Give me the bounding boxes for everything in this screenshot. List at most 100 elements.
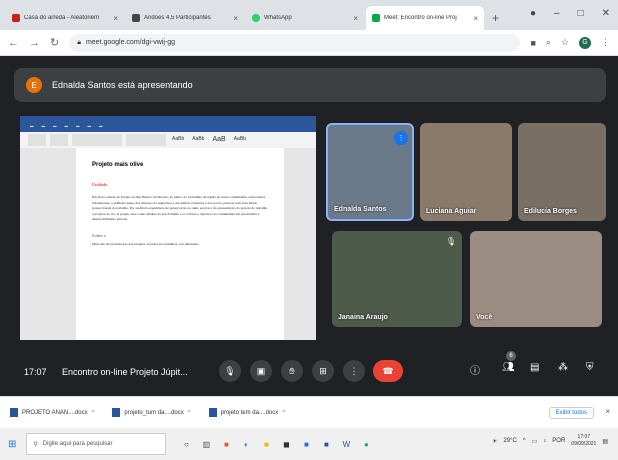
participant-tile[interactable]: ⋮ Ednalda Santos (326, 123, 414, 221)
address-bar-row: ← → ↻ 🔒︎ meet.google.com/dgi-vwij-gg ■ ⌕… (0, 30, 618, 56)
word-app-icon[interactable]: W (340, 438, 352, 450)
close-tab-icon[interactable]: × (473, 14, 478, 23)
reload-icon[interactable]: ↻ (50, 36, 59, 49)
meeting-details-icon[interactable]: ⓘ (470, 362, 480, 377)
activities-icon[interactable]: ⁂ (558, 362, 568, 373)
tab-title: Casa do arreda - Aleatoriem (24, 15, 100, 21)
back-arrow-icon[interactable]: ← (8, 37, 19, 49)
file-explorer-icon[interactable]: ■ (260, 438, 272, 450)
close-downloads-icon[interactable]: × (605, 407, 610, 416)
media-icon[interactable]: ● (530, 8, 536, 19)
chevron-up-icon[interactable]: ^ (282, 410, 285, 416)
new-tab-button[interactable]: + (492, 11, 499, 25)
document-heading: Unidade (92, 182, 108, 187)
browser-tab[interactable]: Andoes 4,5 Participantes × (126, 6, 244, 30)
network-icon[interactable]: ▭ (532, 438, 538, 445)
taskbar-apps: ○ ▥ ■ ◐ ■ ◼ ■ ■ W ● (180, 438, 372, 450)
windows-start-icon[interactable]: ⊞ (8, 439, 16, 450)
mail-icon[interactable]: ■ (300, 438, 312, 450)
browser-tab-bar: Casa do arreda - Aleatoriem × Andoes 4,5… (0, 0, 618, 30)
downloads-bar: PROJETO ANAN....docx ^ projeto_tum da...… (0, 396, 618, 428)
close-tab-icon[interactable]: × (233, 14, 238, 23)
notifications-icon[interactable]: ▤ (602, 438, 608, 445)
chat-icon[interactable]: ▤ (530, 362, 539, 373)
search-placeholder: Digite aqui para pesquisar (42, 441, 113, 447)
volume-icon[interactable]: ♪ (543, 438, 546, 444)
meeting-title[interactable]: Encontro on-line Projeto Júpit... (62, 367, 188, 377)
store-bag-icon[interactable]: ◼ (280, 438, 292, 450)
minimize-button[interactable]: – (554, 8, 560, 19)
document-paragraph: Meio são dos professores dos projetos, l… (92, 241, 200, 246)
calendar-icon[interactable]: ■ (320, 438, 332, 450)
participant-name: Você (476, 314, 493, 321)
maximize-button[interactable]: □ (578, 8, 584, 19)
participant-tile-self[interactable]: Você (470, 231, 602, 327)
bookmark-star-icon[interactable]: ☆ (561, 37, 569, 48)
zoom-icon[interactable]: ⌕ (546, 37, 551, 48)
shared-screen[interactable]: ▬ ▬ ▬ ▬ ▬ ▬ ▬ AaBb AaBb AaB AaBb Projeto mais oli… (20, 116, 316, 340)
search-icon: ⚲ (33, 441, 38, 448)
weather-icon[interactable]: ☀ (492, 438, 497, 445)
meeting-controls-bar: 17:07 Encontro on-line Projeto Júpit... … (0, 348, 618, 396)
participant-tile[interactable]: Luciana Aguiar (420, 123, 512, 221)
show-all-button[interactable]: Exibir todos (548, 407, 594, 419)
widgets-icon[interactable]: ▥ (200, 438, 212, 450)
weather-temp: 29°C (503, 438, 517, 444)
close-window-button[interactable]: ✕ (602, 8, 610, 19)
chevron-up-icon[interactable]: ^ (92, 410, 95, 416)
camera-icon[interactable]: ■ (530, 38, 535, 48)
download-item[interactable]: projeto tem da....docx ^ (208, 408, 285, 417)
tab-title: WhatsApp (264, 15, 292, 21)
url-text: meet.google.com/dgi-vwij-gg (85, 39, 176, 46)
people-icon[interactable]: 👥︎ (502, 362, 515, 373)
tab-title: Meet: Encontro on-line Proj (384, 15, 457, 21)
participant-name: Janaina Araujo (338, 314, 388, 321)
leave-call-button[interactable]: ☎ (373, 360, 403, 382)
word-titlebar (20, 116, 316, 124)
download-filename: projeto_tum da....docx (124, 409, 184, 416)
profile-avatar[interactable]: G (579, 36, 591, 49)
tray-chevron-icon[interactable]: ^ (523, 438, 526, 444)
tab-title: Andoes 4,5 Participantes (144, 15, 211, 21)
system-tray: ☀ 29°C ^ ▭ ♪ POR 17:07 09/09/2021 ▤ (492, 434, 608, 448)
participant-tile[interactable]: Edilucia Borges (518, 123, 606, 221)
task-view-icon[interactable]: ○ (180, 438, 192, 450)
browser-tab[interactable]: WhatsApp × (246, 6, 364, 30)
forward-arrow-icon[interactable]: → (29, 37, 40, 49)
tab-favicon-icon (12, 14, 20, 22)
clock[interactable]: 17:07 09/09/2021 (571, 434, 596, 448)
participant-name: Luciana Aguiar (426, 208, 477, 215)
meet-window: E Ednalda Santos está apresentando ▬ ▬ ▬ ▬ ▬… (0, 56, 618, 396)
document-paragraph: Em nosso estudo do Projeto no Rio Branco… (92, 195, 268, 221)
chevron-up-icon[interactable]: ^ (188, 410, 191, 416)
language-indicator[interactable]: POR (552, 438, 565, 444)
meet-favicon-icon (372, 14, 380, 22)
word-ribbon-tabs: ▬ ▬ ▬ ▬ ▬ ▬ ▬ (30, 124, 103, 128)
lock-icon: 🔒︎ (77, 38, 81, 46)
taskbar-search[interactable]: ⚲ Digite aqui para pesquisar (26, 433, 167, 455)
camera-button[interactable]: ▣ (250, 360, 272, 382)
url-bar[interactable]: 🔒︎ meet.google.com/dgi-vwij-gg (69, 33, 521, 52)
presenter-text: Ednalda Santos está apresentando (52, 80, 193, 90)
host-controls-icon[interactable]: ⛨ (586, 362, 594, 373)
microphone-button[interactable]: 🎙︎ (219, 360, 241, 382)
close-tab-icon[interactable]: × (113, 14, 118, 23)
chrome-icon[interactable]: ● (360, 438, 372, 450)
browser-tab-active[interactable]: Meet: Encontro on-line Proj × (366, 6, 484, 30)
more-options-button[interactable]: ⋮ (343, 360, 365, 382)
download-item[interactable]: projeto_tum da....docx ^ (112, 408, 191, 417)
document-area: Projeto mais olive Unidade Em nosso estu… (20, 148, 316, 340)
presenter-avatar: E (26, 77, 42, 93)
close-tab-icon[interactable]: × (353, 14, 358, 23)
edge-icon[interactable]: ◐ (240, 438, 252, 450)
speaking-indicator-icon: ⋮ (394, 131, 408, 145)
download-item[interactable]: PROJETO ANAN....docx ^ (10, 408, 94, 417)
browser-tab[interactable]: Casa do arreda - Aleatoriem × (6, 6, 124, 30)
store-icon[interactable]: ■ (220, 438, 232, 450)
present-screen-button[interactable]: ⊞ (312, 360, 334, 382)
participant-tile[interactable]: 🎙︎ Janaina Araujo (332, 231, 462, 327)
word-file-icon (112, 408, 121, 417)
menu-kebab-icon[interactable]: ⋮ (601, 37, 610, 48)
participant-name: Ednalda Santos (334, 206, 387, 213)
raise-hand-button[interactable]: ✋︎ (281, 360, 303, 382)
